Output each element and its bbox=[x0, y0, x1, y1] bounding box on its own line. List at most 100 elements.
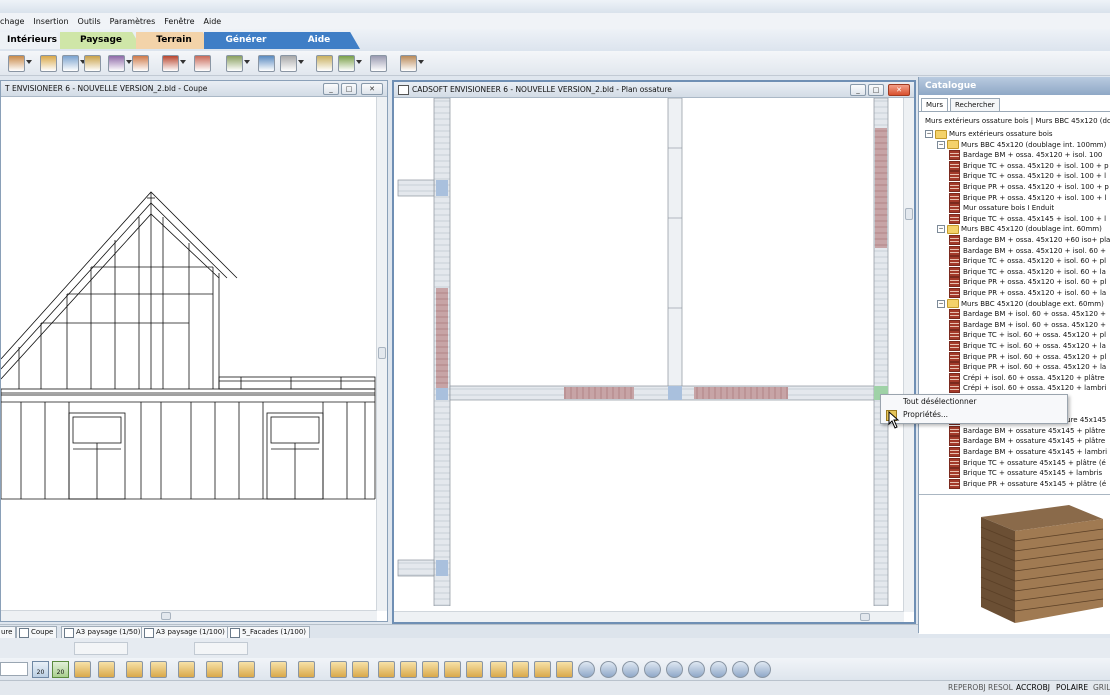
menu-item-proprietes[interactable]: Propriétés... bbox=[903, 410, 948, 419]
dropdown-arrow-icon[interactable] bbox=[418, 60, 424, 64]
tree-item[interactable]: Bardage BM + ossature 45x145 + plâtre bbox=[949, 425, 1105, 437]
minimize-button[interactable]: _ bbox=[323, 83, 339, 95]
tab-rechercher[interactable]: Rechercher bbox=[950, 98, 1000, 112]
zoom-tool-icon[interactable] bbox=[666, 661, 683, 678]
section-view-window[interactable]: T ENVISIONEER 6 - NOUVELLE VERSION_2.bld… bbox=[0, 80, 388, 622]
layer-select[interactable] bbox=[0, 662, 28, 676]
tree-item[interactable]: Crépi + isol. 60 + ossa. 45x120 + plâtre bbox=[949, 372, 1105, 384]
toolbar-tool-icon[interactable] bbox=[280, 55, 297, 72]
tree-item[interactable]: Brique TC + ossa. 45x120 + isol. 100 + p bbox=[949, 160, 1109, 172]
toolbar-tool-icon[interactable] bbox=[258, 55, 275, 72]
tab-aide[interactable]: Aide bbox=[278, 32, 360, 49]
coordinate-input[interactable] bbox=[74, 642, 128, 655]
draw-tool-icon[interactable] bbox=[444, 661, 461, 678]
tree-item[interactable]: Bardage BM + isol. 60 + ossa. 45x120 + bbox=[949, 319, 1106, 331]
tab-generer[interactable]: Générer bbox=[204, 32, 288, 49]
dropdown-arrow-icon[interactable] bbox=[298, 60, 304, 64]
tab-paysage[interactable]: Paysage bbox=[60, 32, 142, 49]
draw-tool-icon[interactable] bbox=[74, 661, 91, 678]
draw-tool-icon[interactable] bbox=[270, 661, 287, 678]
tree-item[interactable]: Bardage BM + ossa. 45x120 + isol. 100 bbox=[949, 150, 1102, 161]
scroll-thumb[interactable] bbox=[905, 208, 913, 220]
menu-insertion[interactable]: Insertion bbox=[33, 17, 68, 26]
status-resol[interactable]: RESOL bbox=[988, 683, 1013, 692]
menu-aide[interactable]: Aide bbox=[204, 17, 222, 26]
maximize-button[interactable]: □ bbox=[341, 83, 357, 95]
tab-interieurs[interactable]: Intérieurs bbox=[0, 32, 64, 49]
status-polaire[interactable]: POLAIRE bbox=[1056, 683, 1088, 692]
close-button[interactable]: ✕ bbox=[361, 83, 383, 95]
toolbar-tool-icon[interactable] bbox=[62, 55, 79, 72]
toolbar-tool-icon[interactable] bbox=[162, 55, 179, 72]
menu-fenetre[interactable]: Fenêtre bbox=[164, 17, 194, 26]
tree-item[interactable]: Brique TC + ossa. 45x145 + isol. 100 + l bbox=[949, 213, 1106, 225]
draw-tool-icon[interactable] bbox=[150, 661, 167, 678]
plan-hscrollbar[interactable] bbox=[394, 611, 904, 622]
collapse-toggle-icon[interactable]: − bbox=[925, 130, 933, 138]
menu-outils[interactable]: Outils bbox=[78, 17, 101, 26]
zoom-tool-icon[interactable] bbox=[644, 661, 661, 678]
menu-parametres[interactable]: Paramètres bbox=[110, 17, 156, 26]
tree-folder[interactable]: − Murs BBC 45x120 (doublage int. 60mm) bbox=[937, 224, 1102, 235]
zoom-tool-icon[interactable] bbox=[732, 661, 749, 678]
draw-tool-icon[interactable] bbox=[298, 661, 315, 678]
draw-tool-icon[interactable] bbox=[490, 661, 507, 678]
tree-item[interactable]: Brique PR + ossa. 45x120 + isol. 100 + p bbox=[949, 182, 1109, 193]
toolbar-tool-icon[interactable] bbox=[316, 55, 333, 72]
tab-terrain[interactable]: Terrain bbox=[136, 32, 212, 49]
tree-item[interactable]: Brique TC + ossature 45x145 + plâtre (é bbox=[949, 457, 1106, 469]
distance-input[interactable] bbox=[194, 642, 248, 655]
tree-item[interactable]: Bardage BM + ossa. 45x120 + isol. 60 + bbox=[949, 245, 1106, 257]
draw-tool-icon[interactable] bbox=[556, 661, 573, 678]
tree-folder[interactable]: − Murs BBC 45x120 (doublage int. 100mm) bbox=[937, 140, 1106, 151]
zoom-tool-icon[interactable] bbox=[688, 661, 705, 678]
dropdown-arrow-icon[interactable] bbox=[26, 60, 32, 64]
zoom-tool-icon[interactable] bbox=[622, 661, 639, 678]
tree-item[interactable]: Brique TC + isol. 60 + ossa. 45x120 + la bbox=[949, 341, 1106, 352]
draw-tool-icon[interactable] bbox=[512, 661, 529, 678]
tree-item[interactable]: Mur ossature bois I Enduit bbox=[949, 203, 1054, 214]
section-drawing-canvas[interactable] bbox=[1, 97, 376, 609]
framing-plan-window[interactable]: CADSOFT ENVISIONEER 6 - NOUVELLE VERSION… bbox=[392, 80, 916, 624]
collapse-toggle-icon[interactable]: − bbox=[937, 299, 945, 308]
toolbar-tool-icon[interactable] bbox=[194, 55, 211, 72]
toolbar-tool-icon[interactable] bbox=[338, 55, 355, 72]
draw-tool-icon[interactable] bbox=[534, 661, 551, 678]
toolbar-tool-icon[interactable] bbox=[400, 55, 417, 72]
dropdown-arrow-icon[interactable] bbox=[244, 60, 250, 64]
draw-tool-icon[interactable] bbox=[378, 661, 395, 678]
scale-20-green-button[interactable]: 20 bbox=[52, 661, 69, 678]
tree-item[interactable]: Brique TC + ossature 45x145 + lambris bbox=[949, 468, 1102, 479]
collapse-toggle-icon[interactable]: − bbox=[937, 225, 945, 234]
tree-item[interactable]: Brique TC + isol. 60 + ossa. 45x120 + pl bbox=[949, 330, 1106, 341]
draw-tool-icon[interactable] bbox=[330, 661, 347, 678]
dropdown-arrow-icon[interactable] bbox=[180, 60, 186, 64]
dropdown-arrow-icon[interactable] bbox=[356, 60, 362, 64]
tree-item[interactable]: Brique TC + ossa. 45x120 + isol. 100 + l bbox=[949, 171, 1106, 182]
section-hscrollbar[interactable] bbox=[1, 610, 377, 621]
toolbar-tool-icon[interactable] bbox=[370, 55, 387, 72]
toolbar-tool-icon[interactable] bbox=[108, 55, 125, 72]
draw-tool-icon[interactable] bbox=[178, 661, 195, 678]
draw-tool-icon[interactable] bbox=[466, 661, 483, 678]
menu-affichage[interactable]: chage bbox=[0, 17, 24, 26]
scroll-thumb[interactable] bbox=[860, 613, 870, 621]
draw-tool-icon[interactable] bbox=[98, 661, 115, 678]
scale-20-button[interactable]: 20 bbox=[32, 661, 49, 678]
plan-vscrollbar[interactable] bbox=[903, 98, 914, 612]
tree-item[interactable]: Brique PR + ossature 45x145 + plâtre (é bbox=[949, 478, 1106, 490]
section-vscrollbar[interactable] bbox=[376, 97, 387, 611]
draw-tool-icon[interactable] bbox=[126, 661, 143, 678]
tree-item[interactable]: Brique PR + ossa. 45x120 + isol. 100 + l bbox=[949, 192, 1106, 204]
tree-item[interactable]: Bardage BM + isol. 60 + ossa. 45x120 + bbox=[949, 309, 1106, 320]
tree-folder[interactable]: − Murs BBC 45x120 (doublage ext. 60mm) bbox=[937, 299, 1104, 310]
toolbar-tool-icon[interactable] bbox=[132, 55, 149, 72]
zoom-tool-icon[interactable] bbox=[710, 661, 727, 678]
tree-item[interactable]: Bardage BM + ossature 45x145 + lambri bbox=[949, 447, 1107, 458]
scroll-thumb[interactable] bbox=[378, 347, 386, 359]
status-grille[interactable]: GRIL bbox=[1093, 683, 1110, 692]
draw-tool-icon[interactable] bbox=[422, 661, 439, 678]
draw-tool-icon[interactable] bbox=[400, 661, 417, 678]
tab-murs[interactable]: Murs bbox=[921, 98, 949, 112]
toolbar-tool-icon[interactable] bbox=[8, 55, 25, 72]
